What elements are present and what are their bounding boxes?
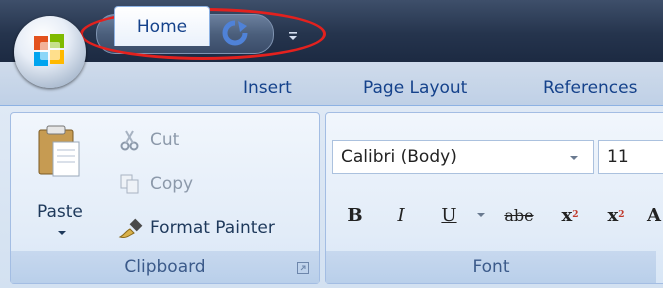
format-painter-label: Format Painter: [150, 218, 275, 238]
scissors-icon: [120, 130, 139, 151]
cut-button[interactable]: Cut: [118, 128, 179, 152]
group-label-clipboard: Clipboard: [11, 251, 319, 283]
font-name-value: Calibri (Body): [341, 147, 457, 167]
format-painter-button[interactable]: Format Painter: [118, 215, 275, 241]
superscript-button[interactable]: x2: [598, 198, 634, 232]
cut-label: Cut: [150, 130, 180, 150]
paintbrush-icon: [118, 218, 143, 238]
dialog-launcher-icon[interactable]: [297, 262, 309, 274]
grow-font-label: A: [647, 204, 661, 226]
copy-icon: [120, 174, 139, 194]
font-size-value: 11: [607, 147, 629, 167]
font-size-field[interactable]: 11: [598, 140, 663, 174]
bold-label: B: [347, 204, 363, 226]
strikethrough-label: abe: [504, 205, 534, 225]
font-name-dropdown-icon[interactable]: [569, 155, 579, 161]
group-label-font: Font: [326, 251, 656, 283]
tab-references[interactable]: References: [543, 71, 637, 105]
clipboard-group-label: Clipboard: [124, 257, 206, 277]
underline-button[interactable]: U: [432, 198, 466, 232]
paste-label: Paste: [37, 202, 83, 222]
tab-page-layout[interactable]: Page Layout: [363, 71, 467, 105]
paste-button[interactable]: Paste: [30, 120, 94, 240]
font-group-label: Font: [472, 257, 510, 277]
tab-insert[interactable]: Insert: [243, 71, 292, 105]
grow-font-button[interactable]: A: [645, 198, 663, 232]
italic-button[interactable]: I: [384, 198, 418, 232]
subscript-label: x: [561, 204, 573, 226]
underline-label: U: [441, 204, 457, 226]
clipboard-paste-icon: [38, 125, 80, 177]
copy-button[interactable]: Copy: [118, 172, 193, 196]
superscript-label: x: [607, 204, 619, 226]
font-name-field[interactable]: Calibri (Body): [332, 140, 594, 174]
italic-label: I: [397, 204, 405, 226]
tab-home[interactable]: Home: [114, 6, 210, 46]
copy-label: Copy: [150, 174, 194, 194]
bold-button[interactable]: B: [338, 198, 372, 232]
office-button[interactable]: [14, 16, 86, 88]
paste-dropdown-icon[interactable]: [57, 230, 67, 236]
strikethrough-button[interactable]: abe: [497, 198, 541, 232]
underline-dropdown-icon[interactable]: [476, 212, 486, 218]
subscript-button[interactable]: x2: [552, 198, 588, 232]
office-logo-icon: [34, 34, 64, 66]
